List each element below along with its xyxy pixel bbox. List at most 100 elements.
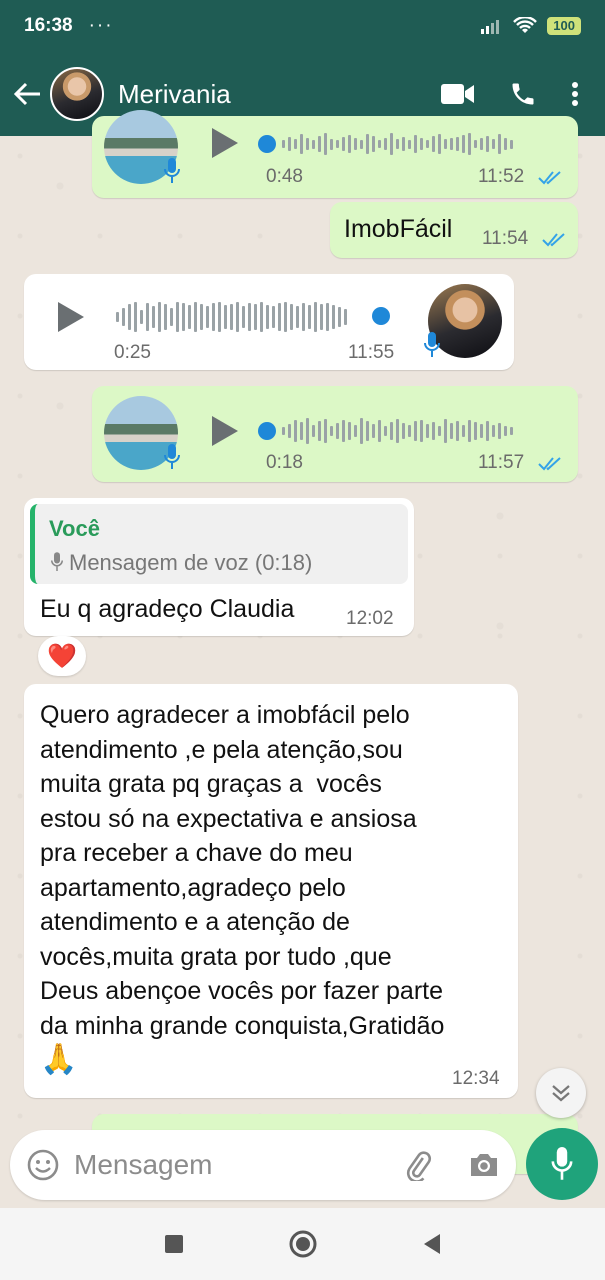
- waveform-bar: [390, 133, 393, 155]
- play-icon[interactable]: [210, 126, 240, 160]
- message-line: atendimento e a atenção de: [40, 908, 350, 936]
- more-vert-icon[interactable]: [571, 81, 579, 107]
- emoji-icon[interactable]: [26, 1148, 60, 1182]
- waveform-bar: [242, 306, 245, 328]
- waveform-bar: [308, 305, 311, 329]
- waveform-bar: [462, 135, 465, 153]
- recents-icon[interactable]: [164, 1234, 184, 1254]
- waveform-bar: [456, 137, 459, 151]
- quote-text: Mensagem de voz (0:18): [69, 550, 313, 575]
- waveform-bar: [282, 427, 285, 435]
- waveform-bar: [278, 303, 281, 331]
- waveform-bar: [312, 425, 315, 437]
- waveform-bar: [438, 134, 441, 154]
- voice-waveform[interactable]: [116, 300, 347, 334]
- system-nav-bar: [0, 1208, 605, 1280]
- voice-waveform[interactable]: [282, 130, 513, 158]
- waveform-bar: [254, 304, 257, 330]
- waveform-bar: [510, 427, 513, 435]
- message-time: 11:55: [348, 342, 395, 363]
- waveform-bar: [248, 303, 251, 331]
- waveform-bar: [320, 304, 323, 330]
- waveform-bar: [266, 305, 269, 329]
- contact-name[interactable]: Merivania: [118, 79, 231, 110]
- waveform-bar: [194, 302, 197, 332]
- voice-waveform[interactable]: [282, 416, 513, 446]
- waveform-bar: [372, 424, 375, 438]
- waveform-bar: [468, 420, 471, 442]
- wifi-icon: [513, 17, 538, 33]
- camera-icon[interactable]: [468, 1151, 500, 1179]
- waveform-bar: [152, 306, 155, 328]
- waveform-bar: [200, 304, 203, 330]
- text-message-outgoing: ImobFácil 11:54: [330, 202, 578, 258]
- message-time: 11:52: [478, 166, 525, 187]
- waveform-bar: [176, 302, 179, 332]
- waveform-bar: [302, 303, 305, 331]
- waveform-bar: [260, 302, 263, 332]
- waveform-bar: [456, 421, 459, 441]
- message-line: Deus abençoe vocês por fazer parte: [40, 977, 444, 1005]
- waveform-bar: [122, 308, 125, 326]
- waveform-bar: [272, 306, 275, 328]
- phone-icon[interactable]: [509, 80, 537, 108]
- voice-progress-dot[interactable]: [372, 307, 390, 325]
- message-time: 11:57: [478, 452, 525, 473]
- waveform-bar: [354, 425, 357, 437]
- waveform-bar: [372, 136, 375, 152]
- reply-message-incoming: Você Mensagem de voz (0:18) Eu q agradeç…: [24, 498, 414, 636]
- waveform-bar: [426, 140, 429, 148]
- play-icon[interactable]: [56, 300, 86, 334]
- message-text: ImobFácil: [344, 215, 453, 243]
- waveform-bar: [498, 423, 501, 439]
- message-text: Quero agradecer a imobfácil pelo atendim…: [40, 698, 444, 1078]
- waveform-bar: [366, 421, 369, 441]
- waveform-bar: [390, 422, 393, 440]
- play-icon[interactable]: [210, 414, 240, 448]
- voice-progress-dot[interactable]: [258, 135, 276, 153]
- back-nav-icon[interactable]: [422, 1233, 442, 1255]
- contact-avatar[interactable]: [50, 67, 104, 121]
- waveform-bar: [312, 139, 315, 149]
- voice-record-button[interactable]: [526, 1128, 598, 1200]
- waveform-bar: [420, 420, 423, 442]
- waveform-bar: [284, 302, 287, 332]
- home-icon[interactable]: [288, 1229, 318, 1259]
- back-arrow-icon[interactable]: [8, 74, 48, 114]
- mic-icon: [424, 332, 440, 357]
- waveform-bar: [510, 139, 513, 149]
- voice-progress-dot[interactable]: [258, 422, 276, 440]
- waveform-bar: [354, 138, 357, 150]
- waveform-bar: [432, 422, 435, 440]
- attach-icon[interactable]: [402, 1149, 434, 1181]
- waveform-bar: [206, 306, 209, 328]
- waveform-bar: [344, 309, 347, 325]
- waveform-bar: [288, 137, 291, 151]
- header-actions: [441, 80, 579, 108]
- waveform-bar: [332, 305, 335, 329]
- waveform-bar: [306, 138, 309, 150]
- video-call-icon[interactable]: [441, 83, 475, 105]
- message-time: 12:02: [346, 608, 394, 629]
- waveform-bar: [360, 418, 363, 444]
- chevron-down-icon: [552, 1085, 570, 1102]
- reaction-badge[interactable]: ❤️: [38, 636, 86, 676]
- waveform-bar: [468, 133, 471, 155]
- chat-area[interactable]: 0:48 11:52 ImobFácil 11:54 0:25 11:55 0:…: [0, 110, 605, 1174]
- message-text: Eu q agradeço Claudia: [40, 595, 295, 623]
- waveform-bar: [326, 303, 329, 331]
- waveform-bar: [378, 140, 381, 148]
- mic-icon: [164, 158, 180, 183]
- waveform-bar: [324, 133, 327, 155]
- quoted-message[interactable]: Você Mensagem de voz (0:18): [30, 504, 408, 584]
- message-line: Quero agradecer a imobfácil pelo: [40, 701, 410, 729]
- waveform-bar: [402, 137, 405, 151]
- mic-icon: [51, 552, 63, 571]
- waveform-bar: [324, 419, 327, 443]
- status-time: 16:38: [24, 15, 73, 36]
- signal-icon: [481, 20, 500, 34]
- message-input[interactable]: [74, 1149, 374, 1181]
- waveform-bar: [296, 306, 299, 328]
- scroll-down-button[interactable]: [536, 1068, 586, 1118]
- waveform-bar: [282, 140, 285, 148]
